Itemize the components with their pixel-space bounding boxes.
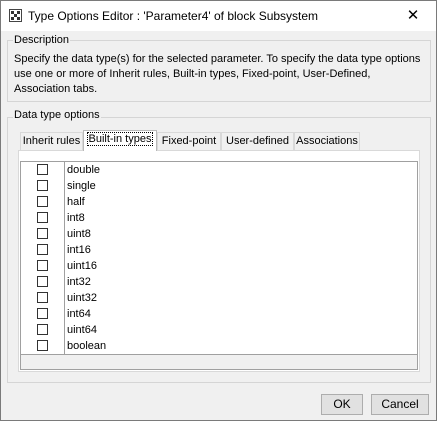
table-row: single: [21, 178, 417, 195]
type-checkbox[interactable]: [37, 164, 48, 175]
type-name: int64: [67, 308, 91, 320]
checkbox-cell: [21, 274, 65, 290]
checkbox-cell: [21, 322, 65, 338]
type-name: uint16: [67, 260, 97, 272]
type-checkbox[interactable]: [37, 324, 48, 335]
checkbox-cell: [21, 306, 65, 322]
tab-built-in-types[interactable]: Built-in types: [83, 130, 157, 151]
tab-label: Fixed-point: [161, 135, 217, 147]
tab-label: Associations: [296, 135, 358, 147]
cancel-button[interactable]: Cancel: [371, 394, 429, 415]
type-name: uint8: [67, 228, 91, 240]
types-table: double single half int8 uint8 int16 uint…: [20, 161, 418, 370]
close-icon[interactable]: ✕: [390, 1, 436, 31]
checkbox-cell: [21, 194, 65, 210]
type-name: double: [67, 164, 101, 176]
tab-associations[interactable]: Associations: [294, 132, 360, 150]
table-row: boolean: [21, 338, 417, 355]
checkbox-cell: [21, 258, 65, 274]
type-name: boolean: [67, 340, 107, 352]
checkbox-cell: [21, 226, 65, 242]
window-title: Type Options Editor : 'Parameter4' of bl…: [28, 9, 319, 23]
title-bar[interactable]: Type Options Editor : 'Parameter4' of bl…: [1, 1, 436, 31]
checkbox-cell: [21, 242, 65, 258]
type-checkbox[interactable]: [37, 308, 48, 319]
checkbox-cell: [21, 162, 65, 178]
app-icon: [9, 9, 22, 22]
table-row: int64: [21, 306, 417, 323]
type-checkbox[interactable]: [37, 244, 48, 255]
table-row: double: [21, 162, 417, 179]
type-name: half: [67, 196, 85, 208]
type-name: int32: [67, 276, 91, 288]
checkbox-cell: [21, 338, 65, 354]
table-row: uint32: [21, 290, 417, 307]
table-row: int16: [21, 242, 417, 259]
type-checkbox[interactable]: [37, 180, 48, 191]
description-label: Description: [13, 34, 71, 46]
type-checkbox[interactable]: [37, 196, 48, 207]
checkbox-cell: [21, 178, 65, 194]
type-checkbox[interactable]: [37, 276, 48, 287]
checkbox-cell: [21, 210, 65, 226]
tab-label: User-defined: [226, 135, 289, 147]
type-checkbox[interactable]: [37, 212, 48, 223]
type-checkbox[interactable]: [37, 260, 48, 271]
tab-user-defined[interactable]: User-defined: [221, 132, 294, 150]
table-row: half: [21, 194, 417, 211]
data-type-options-label: Data type options: [13, 109, 101, 121]
type-name: int8: [67, 212, 85, 224]
table-row: int32: [21, 274, 417, 291]
type-name: single: [67, 180, 96, 192]
type-name: uint32: [67, 292, 97, 304]
ok-button[interactable]: OK: [321, 394, 363, 415]
checkbox-cell: [21, 290, 65, 306]
tab-label: Built-in types: [86, 132, 154, 146]
description-text: Specify the data type(s) for the selecte…: [14, 53, 421, 95]
type-name: uint64: [67, 324, 97, 336]
dialog-window: Type Options Editor : 'Parameter4' of bl…: [0, 0, 437, 421]
table-row: uint8: [21, 226, 417, 243]
table-row: uint16: [21, 258, 417, 275]
tab-label: Inherit rules: [22, 135, 81, 147]
type-checkbox[interactable]: [37, 228, 48, 239]
tab-fixed-point[interactable]: Fixed-point: [157, 132, 221, 150]
table-row: uint64: [21, 322, 417, 339]
type-checkbox[interactable]: [37, 292, 48, 303]
type-checkbox[interactable]: [37, 340, 48, 351]
type-name: int16: [67, 244, 91, 256]
tab-inherit-rules[interactable]: Inherit rules: [20, 132, 83, 150]
table-row: int8: [21, 210, 417, 227]
